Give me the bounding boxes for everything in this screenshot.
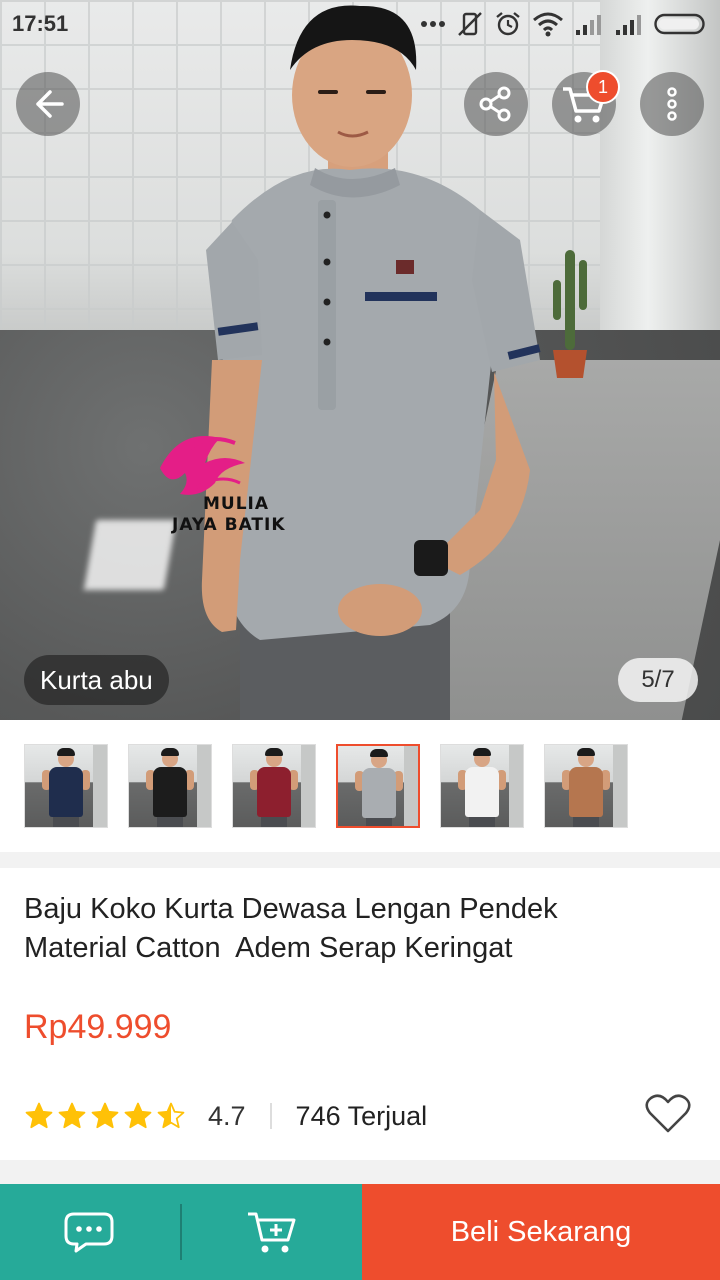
- status-bar: 17:51: [0, 0, 720, 48]
- signal-icon: [616, 15, 641, 35]
- thumb-hair: [577, 748, 595, 756]
- sold-count: 746 Terjual: [295, 1100, 428, 1131]
- status-icons: [420, 8, 708, 40]
- thumbnail-2[interactable]: [128, 744, 212, 828]
- thumbnail-strip: [0, 720, 720, 852]
- share-icon: [479, 86, 511, 122]
- more-vertical-icon: [667, 87, 677, 121]
- thumb-window: [509, 745, 523, 827]
- thumbnail-4[interactable]: [336, 744, 420, 828]
- product-title: Baju Koko Kurta Dewasa Lengan Pendek Mat…: [24, 893, 566, 964]
- back-button[interactable]: [16, 72, 80, 136]
- rating-divider: [269, 1103, 272, 1129]
- chat-button[interactable]: [0, 1184, 180, 1280]
- rating-row: 4.7 746 Terjual: [24, 1096, 427, 1136]
- cart-count-badge: 1: [586, 70, 620, 104]
- bottom-action-bar: Beli Sekarang: [0, 1184, 720, 1280]
- thumbnail-1[interactable]: [24, 744, 108, 828]
- thumb-hair: [265, 748, 283, 756]
- star-full-icon: [124, 1102, 152, 1129]
- rating-value: 4.7: [208, 1100, 246, 1131]
- watermark-line2: JAYA BATIK: [172, 515, 286, 535]
- share-button[interactable]: [464, 72, 528, 136]
- thumbnail-5[interactable]: [440, 744, 524, 828]
- thumb-shirt: [569, 767, 603, 817]
- section-divider: [0, 852, 720, 868]
- wishlist-button[interactable]: [644, 1092, 692, 1136]
- thumb-hair: [57, 748, 75, 756]
- cart-plus-icon: [248, 1212, 296, 1253]
- star-full-icon: [91, 1102, 119, 1129]
- heart-icon: [645, 1094, 691, 1133]
- battery-icon: [654, 13, 705, 35]
- thumbnail-3[interactable]: [232, 744, 316, 828]
- thumb-hair: [473, 748, 491, 756]
- thumb-hair: [161, 748, 179, 756]
- star-full-icon: [25, 1102, 53, 1129]
- rating-stars: [24, 1101, 186, 1131]
- thumb-shirt: [49, 767, 83, 817]
- watermark-line1: MULIA: [203, 494, 270, 514]
- star-full-icon: [58, 1102, 86, 1129]
- bottom-bar-divider: [180, 1184, 182, 1280]
- alarm-icon: [496, 12, 520, 36]
- wifi-icon: [533, 12, 563, 37]
- vibrate-off-icon: [458, 12, 482, 36]
- thumb-window: [197, 745, 211, 827]
- image-page-indicator: 5/7: [618, 658, 698, 702]
- thumb-window: [613, 745, 627, 827]
- star-half-icon: [157, 1102, 185, 1129]
- product-info: Baju Koko Kurta Dewasa Lengan Pendek Mat…: [0, 868, 720, 1160]
- thumb-shirt: [465, 767, 499, 817]
- bottom-spacer: [0, 1160, 720, 1184]
- thumb-shirt: [257, 767, 291, 817]
- buy-now-button[interactable]: Beli Sekarang: [362, 1184, 720, 1280]
- more-dots-icon: [421, 21, 445, 27]
- add-to-cart-button[interactable]: [182, 1184, 362, 1280]
- product-price: Rp49.999: [24, 1008, 172, 1046]
- more-options-button[interactable]: [640, 72, 704, 136]
- thumb-window: [93, 745, 107, 827]
- thumb-window: [404, 746, 418, 826]
- thumb-window: [301, 745, 315, 827]
- chat-icon: [64, 1212, 114, 1253]
- status-time: 17:51: [12, 11, 69, 36]
- arrow-left-icon: [36, 90, 64, 118]
- signal-icon: [576, 15, 601, 35]
- thumbnail-6[interactable]: [544, 744, 628, 828]
- variant-label: Kurta abu: [24, 655, 169, 705]
- thumb-hair: [370, 749, 388, 757]
- thumb-shirt: [362, 768, 396, 818]
- thumb-shirt: [153, 767, 187, 817]
